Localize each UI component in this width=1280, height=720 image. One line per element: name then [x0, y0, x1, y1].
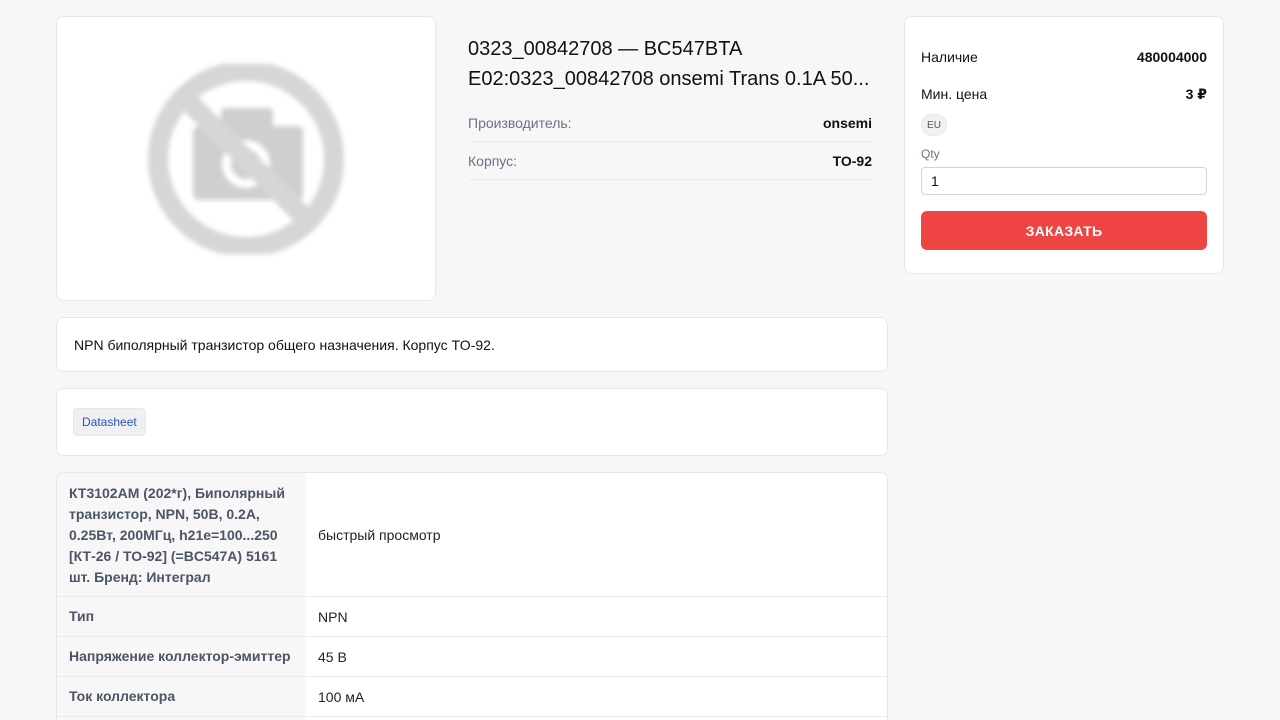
product-title-line1: 0323_00842708 — BC547BTA: [468, 38, 743, 60]
no-photo-icon: [148, 63, 344, 254]
param-name: Тип: [57, 596, 306, 637]
buy-panel: Наличие 480004000 Мин. цена 3 ₽ EU Qty З…: [904, 16, 1224, 274]
spec-row-manufacturer: Производитель: onsemi: [468, 104, 872, 142]
table-row: Тип NPN: [57, 596, 887, 637]
param-name: КТ3102АМ (202*г), Биполярный транзистор,…: [57, 473, 306, 597]
stock-label: Наличие: [921, 49, 978, 65]
product-title: 0323_00842708 — BC547BTA E02:0323_008427…: [468, 34, 872, 94]
description-card: NPN биполярный транзистор общего назначе…: [56, 317, 888, 372]
param-value: NPN: [306, 596, 887, 637]
stock-row: Наличие 480004000: [921, 49, 1207, 65]
param-name: Напряжение коллектор-эмиттер: [57, 636, 306, 677]
spec-label: Производитель:: [468, 114, 572, 131]
param-value-quick-view[interactable]: быстрый просмотр: [306, 473, 887, 597]
param-value: 45 В: [306, 636, 887, 677]
table-row: Напряжение коллектор-эмиттер 45 В: [57, 636, 887, 677]
spec-label: Корпус:: [468, 152, 518, 169]
param-name: Ток коллектора: [57, 676, 306, 717]
min-price-row: Мин. цена 3 ₽: [921, 86, 1207, 103]
product-image-card: [56, 16, 436, 301]
table-row: Ток коллектора 100 мА: [57, 676, 887, 717]
spec-value: TO-92: [832, 152, 872, 169]
param-value: [306, 716, 887, 720]
product-title-line2: E02:0323_00842708 onsemi Trans 0.1A 50..…: [468, 68, 870, 90]
description-text: NPN биполярный транзистор общего назначе…: [74, 336, 495, 353]
qty-input[interactable]: [921, 167, 1207, 195]
datasheet-link[interactable]: Datasheet: [73, 408, 146, 436]
table-row: КТ3102АМ (202*г), Биполярный транзистор,…: [57, 473, 887, 597]
param-name: [57, 716, 306, 720]
qty-label: Qty: [921, 147, 940, 161]
params-table-card: КТ3102АМ (202*г), Биполярный транзистор,…: [56, 472, 888, 720]
links-card: Datasheet: [56, 388, 888, 456]
min-price-label: Мин. цена: [921, 86, 988, 102]
region-badge: EU: [921, 114, 947, 136]
table-row: [57, 716, 887, 720]
order-button[interactable]: ЗАКАЗАТЬ: [921, 211, 1207, 250]
params-table: КТ3102АМ (202*г), Биполярный транзистор,…: [57, 473, 887, 720]
stock-value: 480004000: [1136, 49, 1207, 65]
spec-value: onsemi: [822, 114, 872, 131]
spec-row-package: Корпус: TO-92: [468, 142, 872, 180]
param-value: 100 мА: [306, 676, 887, 717]
min-price-value: 3 ₽: [1185, 86, 1207, 102]
